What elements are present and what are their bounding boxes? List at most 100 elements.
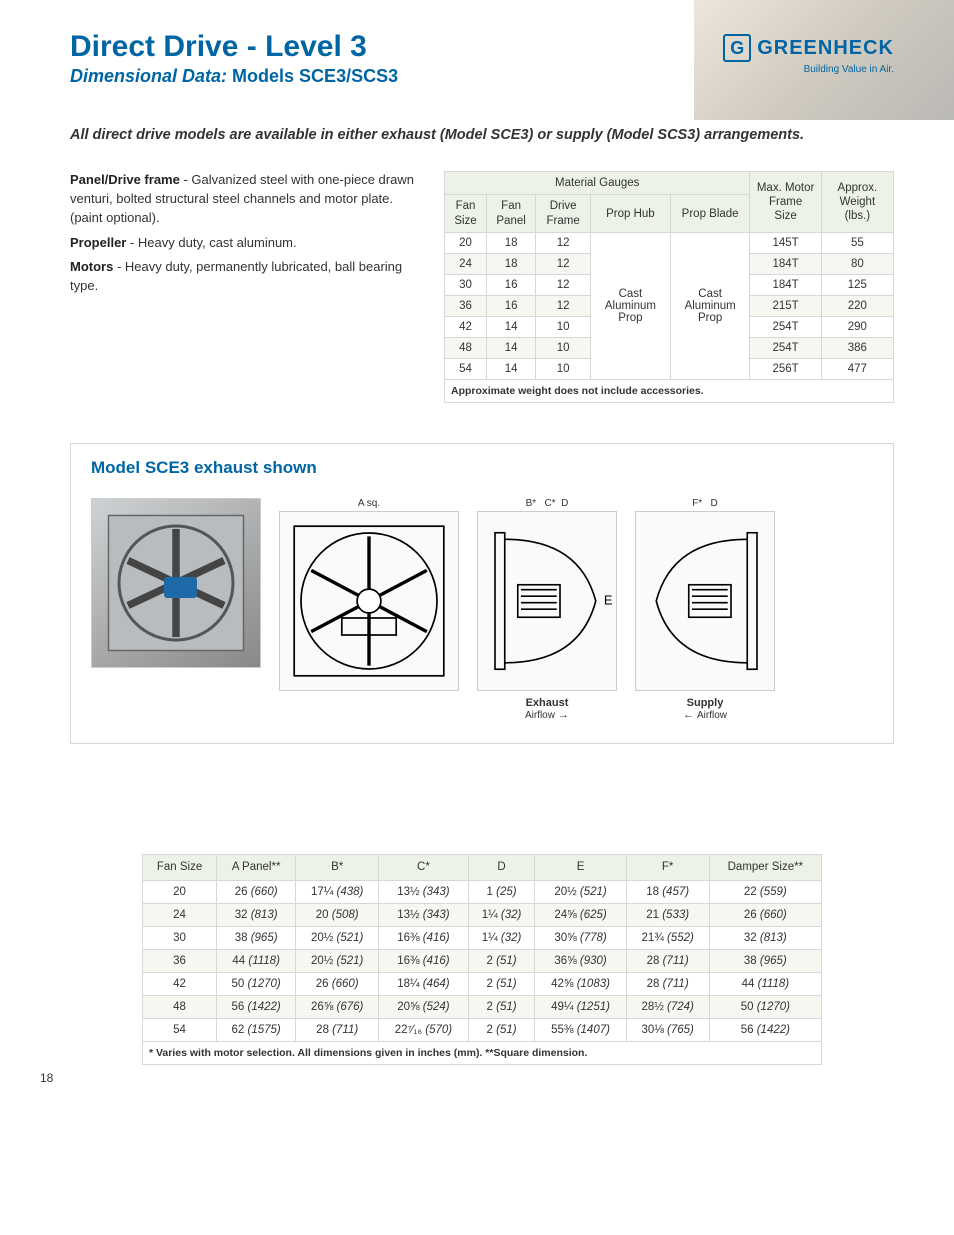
table-row: 4250 (1270)26 (660)18¼ (464)2 (51)42⅝ (1… (143, 972, 822, 995)
table-cell: 12 (536, 233, 591, 254)
table-cell: 62 (1575) (217, 1018, 296, 1041)
col-weight: Approx. Weight (lbs.) (821, 172, 893, 233)
dcol-b: B* (296, 855, 379, 880)
dim-label-c: C* (544, 498, 555, 509)
table-cell: 2 (51) (468, 1018, 535, 1041)
table-cell: 36 (143, 949, 217, 972)
col-drive-frame: Drive Frame (536, 195, 591, 233)
table-cell: 36 (445, 296, 487, 317)
table-cell: 13½ (343) (379, 903, 468, 926)
table-cell: 20⅝ (524) (379, 995, 468, 1018)
table-cell: 20 (445, 233, 487, 254)
table-cell: 16 (487, 275, 536, 296)
table-cell: 48 (445, 338, 487, 359)
gauge-table-note: Approximate weight does not include acce… (444, 380, 894, 403)
table-cell: 28½ (724) (626, 995, 709, 1018)
table-cell: 80 (821, 254, 893, 275)
table-cell: 13½ (343) (379, 880, 468, 903)
table-row: 2026 (660)17¼ (438)13½ (343)1 (25)20½ (5… (143, 880, 822, 903)
dim-label-b: B* (526, 498, 537, 509)
gauge-table-wrap: Material Gauges Max. Motor Frame Size Ap… (444, 171, 894, 403)
subtitle-prefix: Dimensional Data: (70, 66, 232, 86)
table-cell: 30⅝ (778) (535, 926, 626, 949)
table-cell: 26 (660) (217, 880, 296, 903)
gauge-group-header: Material Gauges (445, 172, 750, 195)
table-cell: 48 (143, 995, 217, 1018)
gauge-table: Material Gauges Max. Motor Frame Size Ap… (444, 171, 894, 380)
table-row: 2432 (813)20 (508)13½ (343)1¼ (32)24⅝ (6… (143, 903, 822, 926)
col-fan-panel: Fan Panel (487, 195, 536, 233)
subtitle-models: Models SCE3/SCS3 (232, 66, 398, 86)
diagram-exhaust-side: B* C* D E ExhaustAirflow → (477, 498, 617, 721)
spec-list: Panel/Drive frame - Galvanized steel wit… (70, 171, 420, 302)
table-cell: 24 (445, 254, 487, 275)
table-cell: 2 (51) (468, 949, 535, 972)
table-cell: 256T (750, 359, 821, 380)
table-cell: 38 (965) (709, 949, 821, 972)
page-number: 18 (40, 1071, 53, 1085)
table-cell: 14 (487, 317, 536, 338)
table-cell: 50 (1270) (709, 995, 821, 1018)
table-cell: 220 (821, 296, 893, 317)
col-prop-hub: Prop Hub (591, 195, 671, 233)
table-row: 3644 (1118)20½ (521)16⅜ (416)2 (51)36⅝ (… (143, 949, 822, 972)
spec-motor-label: Motors (70, 259, 113, 274)
table-cell: 1¼ (32) (468, 926, 535, 949)
table-cell: 32 (813) (709, 926, 821, 949)
table-cell: 42 (143, 972, 217, 995)
dim-table-note: * Varies with motor selection. All dimen… (142, 1042, 822, 1065)
table-cell: 28 (711) (626, 972, 709, 995)
diagram-supply-side: F* D Supply← Airflow (635, 498, 775, 721)
dcol-e: E (535, 855, 626, 880)
page-header: Direct Drive - Level 3 Dimensional Data:… (70, 30, 894, 87)
table-cell: 16 (487, 296, 536, 317)
spec-panel-label: Panel/Drive frame (70, 172, 180, 187)
table-cell: 14 (487, 338, 536, 359)
table-cell: 18¼ (464) (379, 972, 468, 995)
dcol-a: A Panel** (217, 855, 296, 880)
table-cell: 49¼ (1251) (535, 995, 626, 1018)
dimension-table: Fan Size A Panel** B* C* D E F* Damper S… (142, 854, 822, 1041)
table-cell: 28 (711) (626, 949, 709, 972)
table-cell: 26 (660) (709, 903, 821, 926)
table-cell: 477 (821, 359, 893, 380)
dcol-f: F* (626, 855, 709, 880)
dim-label-a: A sq. (279, 498, 459, 509)
brand-name: GREENHECK (757, 37, 894, 60)
table-cell: 18 (487, 254, 536, 275)
table-cell: 26 (660) (296, 972, 379, 995)
table-cell: 20½ (521) (296, 926, 379, 949)
table-cell: 184T (750, 254, 821, 275)
product-photo (91, 498, 261, 668)
table-cell: 12 (536, 254, 591, 275)
table-cell: 125 (821, 275, 893, 296)
dim-label-d: D (561, 498, 568, 509)
table-cell: 290 (821, 317, 893, 338)
table-row: 201812Cast Aluminum PropCast Aluminum Pr… (445, 233, 894, 254)
logo-mark-icon: G (723, 34, 751, 62)
table-cell: 24 (143, 903, 217, 926)
table-cell: 17¼ (438) (296, 880, 379, 903)
table-cell: 24⅝ (625) (535, 903, 626, 926)
table-cell: 28 (711) (296, 1018, 379, 1041)
page-title: Direct Drive - Level 3 (70, 30, 398, 64)
table-cell: 20 (143, 880, 217, 903)
dcol-c: C* (379, 855, 468, 880)
page-subtitle: Dimensional Data: Models SCE3/SCS3 (70, 66, 398, 87)
table-cell: 10 (536, 317, 591, 338)
table-cell: 2 (51) (468, 995, 535, 1018)
spec-prop-label: Propeller (70, 235, 126, 250)
col-fan-size: Fan Size (445, 195, 487, 233)
table-row: 4856 (1422)26⅝ (676)20⅝ (524)2 (51)49¼ (… (143, 995, 822, 1018)
table-cell: 42⅝ (1083) (535, 972, 626, 995)
spec-motor-text: - Heavy duty, permanently lubricated, ba… (70, 259, 402, 293)
table-cell: 254T (750, 338, 821, 359)
prop-hub-cell: Cast Aluminum Prop (591, 233, 671, 380)
dcol-d: D (468, 855, 535, 880)
table-cell: 38 (965) (217, 926, 296, 949)
table-cell: 20 (508) (296, 903, 379, 926)
table-cell: 254T (750, 317, 821, 338)
prop-blade-cell: Cast Aluminum Prop (670, 233, 750, 380)
title-block: Direct Drive - Level 3 Dimensional Data:… (70, 30, 398, 87)
table-cell: 2 (51) (468, 972, 535, 995)
